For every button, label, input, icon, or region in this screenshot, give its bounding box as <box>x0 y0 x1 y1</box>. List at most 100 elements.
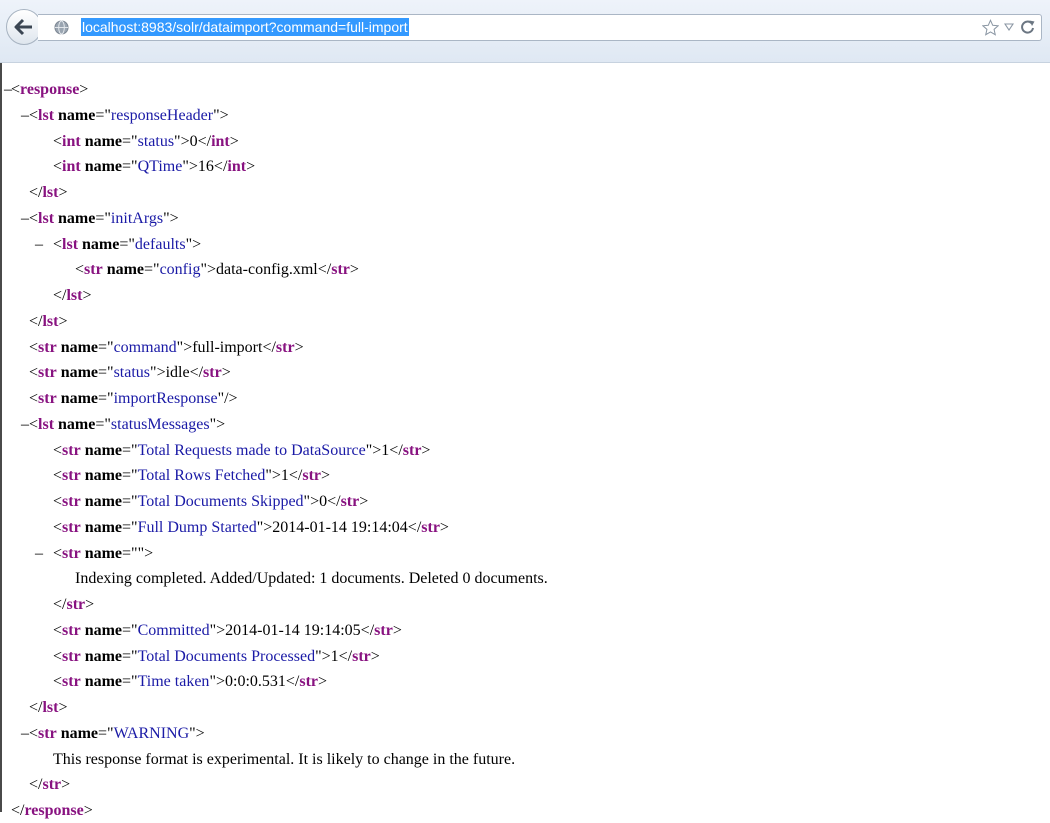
xml-text: < <box>53 441 63 459</box>
xml-text: =" <box>98 724 114 742</box>
xml-tag-name: str <box>38 390 57 407</box>
xml-line-text: <str name="Total Documents Skipped">0</s… <box>53 490 368 514</box>
xml-tag-name: str <box>402 441 422 459</box>
xml-text: "> <box>185 235 202 253</box>
xml-attr-name: name <box>84 441 123 459</box>
xml-line: <str name="importResponse"/> <box>2 387 1042 411</box>
xml-attr-value: defaults <box>134 235 186 253</box>
dropdown-arrow-icon[interactable] <box>1004 23 1014 31</box>
xml-text: =" <box>122 673 138 691</box>
xml-line-text: <str name="importResponse"/> <box>29 387 238 411</box>
xml-line-text: This response format is experimental. It… <box>53 748 515 772</box>
xml-text: < <box>53 647 63 665</box>
xml-text: =" <box>95 106 111 124</box>
xml-text: </ <box>29 184 43 201</box>
xml-line-text: <str name="WARNING"> <box>29 722 205 746</box>
star-icon[interactable] <box>982 19 999 36</box>
xml-line: Indexing completed. Added/Updated: 1 doc… <box>2 567 1042 591</box>
xml-text: </ <box>29 776 43 794</box>
xml-text: ">idle</ <box>150 364 204 382</box>
xml-text: > <box>85 596 95 613</box>
xml-tag-name: str <box>203 364 222 382</box>
xml-attr-value: WARNING <box>113 724 190 742</box>
xml-line: – <response> <box>2 78 1042 102</box>
xml-text: > <box>321 467 331 485</box>
collapse-toggle[interactable]: – <box>21 207 29 231</box>
globe-icon[interactable] <box>54 20 69 35</box>
xml-tag-name: str <box>302 467 322 485</box>
url-text[interactable]: localhost:8983/solr/dataimport?command=f… <box>81 18 409 36</box>
xml-attr-name: name <box>60 364 99 382</box>
xml-document-view: – <response> – <lst name="responseHeader"> <… <box>0 63 1050 819</box>
xml-attr-name: name <box>106 261 145 279</box>
xml-text: < <box>53 493 63 510</box>
xml-text: < <box>29 390 39 407</box>
xml-line: – <str name="WARNING"> <box>2 722 1042 746</box>
xml-line: <int name="status">0</int> <box>2 130 1042 154</box>
xml-text: =" <box>98 390 114 407</box>
xml-attr-value: config <box>159 261 201 279</box>
xml-tag-name: int <box>211 132 230 150</box>
xml-attr-value: importResponse <box>113 390 218 407</box>
xml-attr-name: name <box>84 158 123 176</box>
xml-line-text: <lst name="statusMessages"> <box>29 413 225 437</box>
xml-text: < <box>53 235 63 253</box>
reload-icon[interactable] <box>1020 19 1036 35</box>
xml-text: "> <box>163 209 179 227</box>
xml-attr-value: statusMessages <box>110 415 210 433</box>
xml-line: </str> <box>2 593 1042 617</box>
xml-line-text: <lst name="responseHeader"> <box>29 104 229 128</box>
browser-toolbar: localhost:8983/solr/dataimport?command=f… <box>0 0 1050 63</box>
xml-tag-name: str <box>62 621 81 639</box>
collapse-toggle[interactable]: – <box>21 104 29 128</box>
xml-tag-name: lst <box>38 209 55 227</box>
xml-line-text: <int name="QTime">16</int> <box>53 155 255 179</box>
xml-line-text: <lst name="initArgs"> <box>29 207 179 231</box>
xml-attr-name: name <box>58 415 96 433</box>
xml-tag-name: int <box>62 132 81 150</box>
collapse-toggle[interactable]: – <box>21 413 29 437</box>
xml-text: ">1</ <box>365 441 403 459</box>
xml-tag-name: str <box>62 467 81 485</box>
xml-text: < <box>53 158 63 176</box>
xml-text: =" <box>95 209 111 227</box>
xml-text: =" <box>122 518 138 536</box>
xml-tag-name: str <box>62 673 81 691</box>
xml-line-text: </str> <box>29 773 70 797</box>
xml-text: < <box>53 467 63 485</box>
xml-line-text: <str name="status">idle</str> <box>29 361 231 385</box>
address-bar[interactable]: localhost:8983/solr/dataimport?command=f… <box>38 14 1042 41</box>
xml-text: ">1</ <box>265 467 303 485</box>
xml-text: =" <box>122 647 138 665</box>
xml-tag-name: int <box>227 158 247 176</box>
xml-line: – <str name=""> <box>2 542 1042 566</box>
xml-text: ">0</ <box>303 493 341 510</box>
xml-tag-name: lst <box>38 415 55 433</box>
xml-text: > <box>61 776 71 794</box>
xml-line-text: Indexing completed. Added/Updated: 1 doc… <box>75 567 548 591</box>
collapse-toggle[interactable]: – <box>21 722 29 746</box>
back-button[interactable] <box>6 9 42 45</box>
xml-tag-name: str <box>331 261 350 279</box>
xml-text: =" <box>122 132 138 150</box>
xml-line: <str name="Total Rows Fetched">1</str> <box>2 464 1042 488</box>
xml-line: – <lst name="initArgs"> <box>2 207 1042 231</box>
xml-text: This response format is experimental. It… <box>53 750 516 768</box>
xml-attr-name: name <box>84 467 123 485</box>
xml-line: – <lst name="statusMessages"> <box>2 413 1042 437</box>
xml-text: =" <box>122 493 138 510</box>
xml-text: ">2014-01-14 19:14:04</ <box>256 518 422 536</box>
collapse-toggle[interactable]: – <box>35 542 43 566</box>
back-arrow-icon <box>14 18 32 36</box>
xml-attr-name: name <box>84 493 123 510</box>
xml-line-text: <str name="Total Rows Fetched">1</str> <box>53 464 330 488</box>
collapse-toggle[interactable]: – <box>35 233 43 257</box>
xml-text: ">16</ <box>182 158 228 176</box>
xml-line-text: <int name="status">0</int> <box>53 130 239 154</box>
xml-tag-name: str <box>340 493 360 510</box>
xml-tag-name: lst <box>62 235 79 253</box>
xml-line: </lst> <box>2 696 1042 720</box>
xml-tag-name: str <box>66 596 86 613</box>
xml-attr-name: name <box>82 235 120 253</box>
xml-tag-name: str <box>62 493 81 510</box>
